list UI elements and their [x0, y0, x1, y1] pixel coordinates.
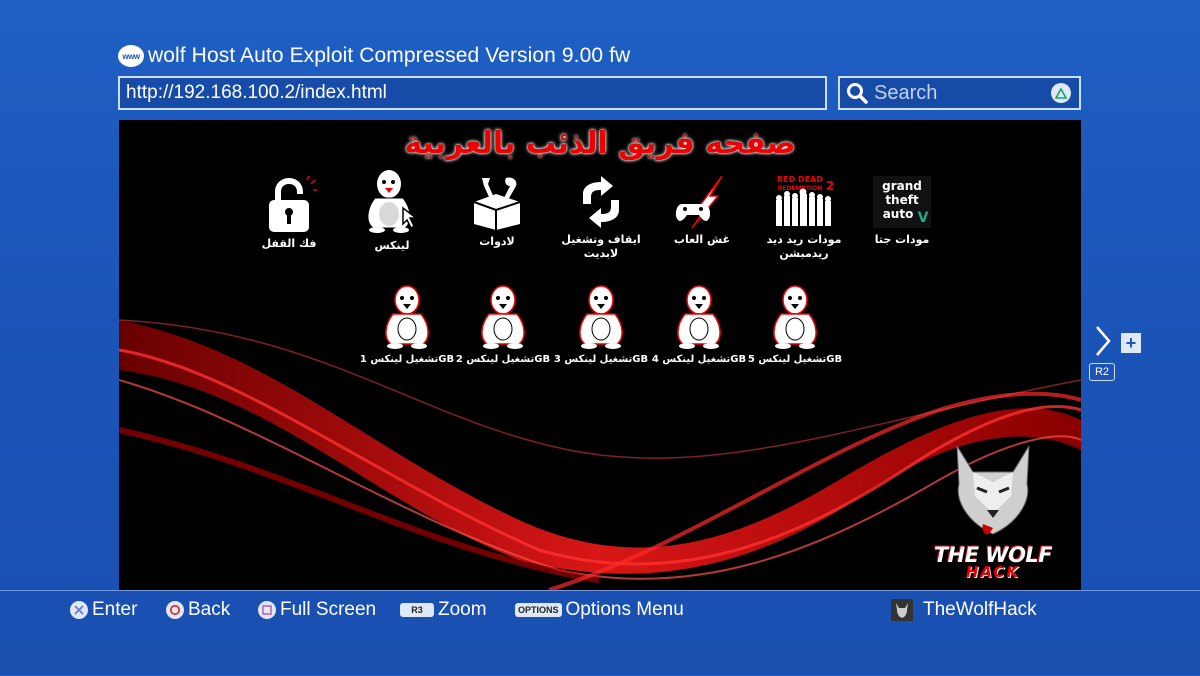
back-label: Back [188, 599, 231, 620]
circle-button-icon [166, 601, 184, 619]
linux-2gb-label: تشغيل لينكس 2GB [455, 354, 551, 365]
linux-4gb-label: تشغيل لينكس 4GB [651, 354, 747, 365]
gta-mods-link[interactable]: grand theft auto V مودات جتا [867, 174, 937, 247]
enter-hint[interactable]: Enter [70, 599, 137, 621]
game-cheats-link[interactable]: غش العاب [667, 174, 737, 247]
window-title-bar: www wolf Host Auto Exploit Compressed Ve… [118, 42, 630, 70]
url-text: http://192.168.100.2/index.html [126, 82, 387, 103]
options-key-icon: OPTIONS [515, 603, 562, 617]
svg-text:theft: theft [885, 193, 919, 207]
controller-hints-bar: Enter Back Full Screen R3 Zoom OPTIONS O… [0, 590, 1200, 676]
search-icon [847, 83, 868, 104]
rdr2-label-line2: ريدمبشن [779, 247, 829, 260]
browser-viewport[interactable]: صفحه فريق الذئب بالعربية grand theft aut… [119, 120, 1081, 590]
linux-3gb-link[interactable]: تشغيل لينكس 3GB [553, 284, 649, 367]
zoom-hint[interactable]: R3 Zoom [400, 599, 487, 621]
linux-link[interactable]: لينكس [355, 168, 429, 253]
cross-button-icon [70, 601, 88, 619]
svg-text:auto: auto [883, 207, 914, 221]
game-cheats-label: غش العاب [673, 233, 731, 246]
url-input[interactable]: http://192.168.100.2/index.html [118, 76, 827, 110]
tux-penguin-icon [677, 285, 721, 349]
update-toggle-label-line1: ايقاف وتشغيل [561, 233, 641, 246]
r2-key-badge: R2 [1089, 363, 1115, 381]
wolf-head-icon [956, 445, 1030, 535]
svg-text:V: V [918, 210, 929, 226]
linux-label: لينكس [374, 239, 410, 252]
tux-penguin-icon [773, 285, 817, 349]
linux-2gb-link[interactable]: تشغيل لينكس 2GB [455, 284, 551, 367]
search-input[interactable]: Search [838, 76, 1081, 110]
site-heading: صفحه فريق الذئب بالعربية [404, 126, 796, 161]
plus-icon[interactable]: + [1121, 333, 1141, 353]
tux-penguin-icon [385, 285, 429, 349]
sync-arrows-icon [583, 176, 619, 228]
gta-logo-icon: grand theft auto V [873, 176, 931, 228]
toolbox-icon [473, 177, 521, 230]
the-wolf-hack-logo: THE WOLF HACK [927, 438, 1059, 588]
rdr2-mods-link[interactable]: RED DEAD REDEMPTION 2 مودات ريد ديد ريدم… [759, 172, 849, 261]
tux-penguin-pointer-icon [367, 170, 419, 233]
tools-link[interactable]: لادوات [461, 174, 533, 249]
user-avatar-icon [891, 599, 913, 621]
username: TheWolfHack [923, 599, 1037, 620]
padlock-open-icon [269, 176, 317, 232]
www-icon: www [118, 45, 144, 67]
linux-3gb-label: تشغيل لينكس 3GB [553, 354, 649, 365]
back-hint[interactable]: Back [166, 599, 230, 621]
linux-1gb-label: تشغيل لينكس 1GB [359, 354, 455, 365]
user-indicator: TheWolfHack [891, 599, 1037, 621]
chevron-right-icon[interactable] [1093, 325, 1113, 357]
tools-label: لادوات [479, 235, 515, 248]
update-toggle-label-line2: لابديت [583, 247, 619, 260]
svg-text:RED DEAD: RED DEAD [777, 175, 823, 184]
search-placeholder: Search [874, 81, 938, 104]
controller-lightning-icon [675, 175, 723, 229]
gta-mods-label: مودات جتا [874, 233, 930, 246]
square-button-icon [258, 601, 276, 619]
zoom-label: Zoom [438, 599, 487, 620]
unlock-link[interactable]: فك القفل [255, 176, 323, 251]
fullscreen-label: Full Screen [280, 599, 377, 620]
options-label: Options Menu [565, 599, 684, 620]
tux-penguin-icon [481, 285, 525, 349]
update-toggle-link[interactable]: ايقاف وتشغيل لابديت [559, 174, 643, 261]
rdr2-label-line1: مودات ريد ديد [766, 233, 842, 246]
linux-5gb-link[interactable]: تشغيل لينكس 5GB [747, 284, 843, 367]
linux-5gb-label: تشغيل لينكس 5GB [747, 354, 843, 365]
svg-text:2: 2 [826, 179, 834, 193]
svg-text:grand: grand [882, 179, 922, 193]
triangle-button-icon[interactable] [1051, 83, 1071, 103]
fullscreen-hint[interactable]: Full Screen [258, 599, 376, 621]
tux-penguin-icon [579, 285, 623, 349]
page-title: wolf Host Auto Exploit Compressed Versio… [148, 44, 631, 67]
r3-key-icon: R3 [400, 603, 434, 617]
red-dead-redemption-logo-icon: RED DEAD REDEMPTION 2 [776, 175, 834, 226]
linux-4gb-link[interactable]: تشغيل لينكس 4GB [651, 284, 747, 367]
enter-label: Enter [92, 599, 138, 620]
unlock-label: فك القفل [261, 237, 317, 250]
options-hint[interactable]: OPTIONS Options Menu [515, 599, 684, 621]
linux-1gb-link[interactable]: تشغيل لينكس 1GB [359, 284, 455, 367]
